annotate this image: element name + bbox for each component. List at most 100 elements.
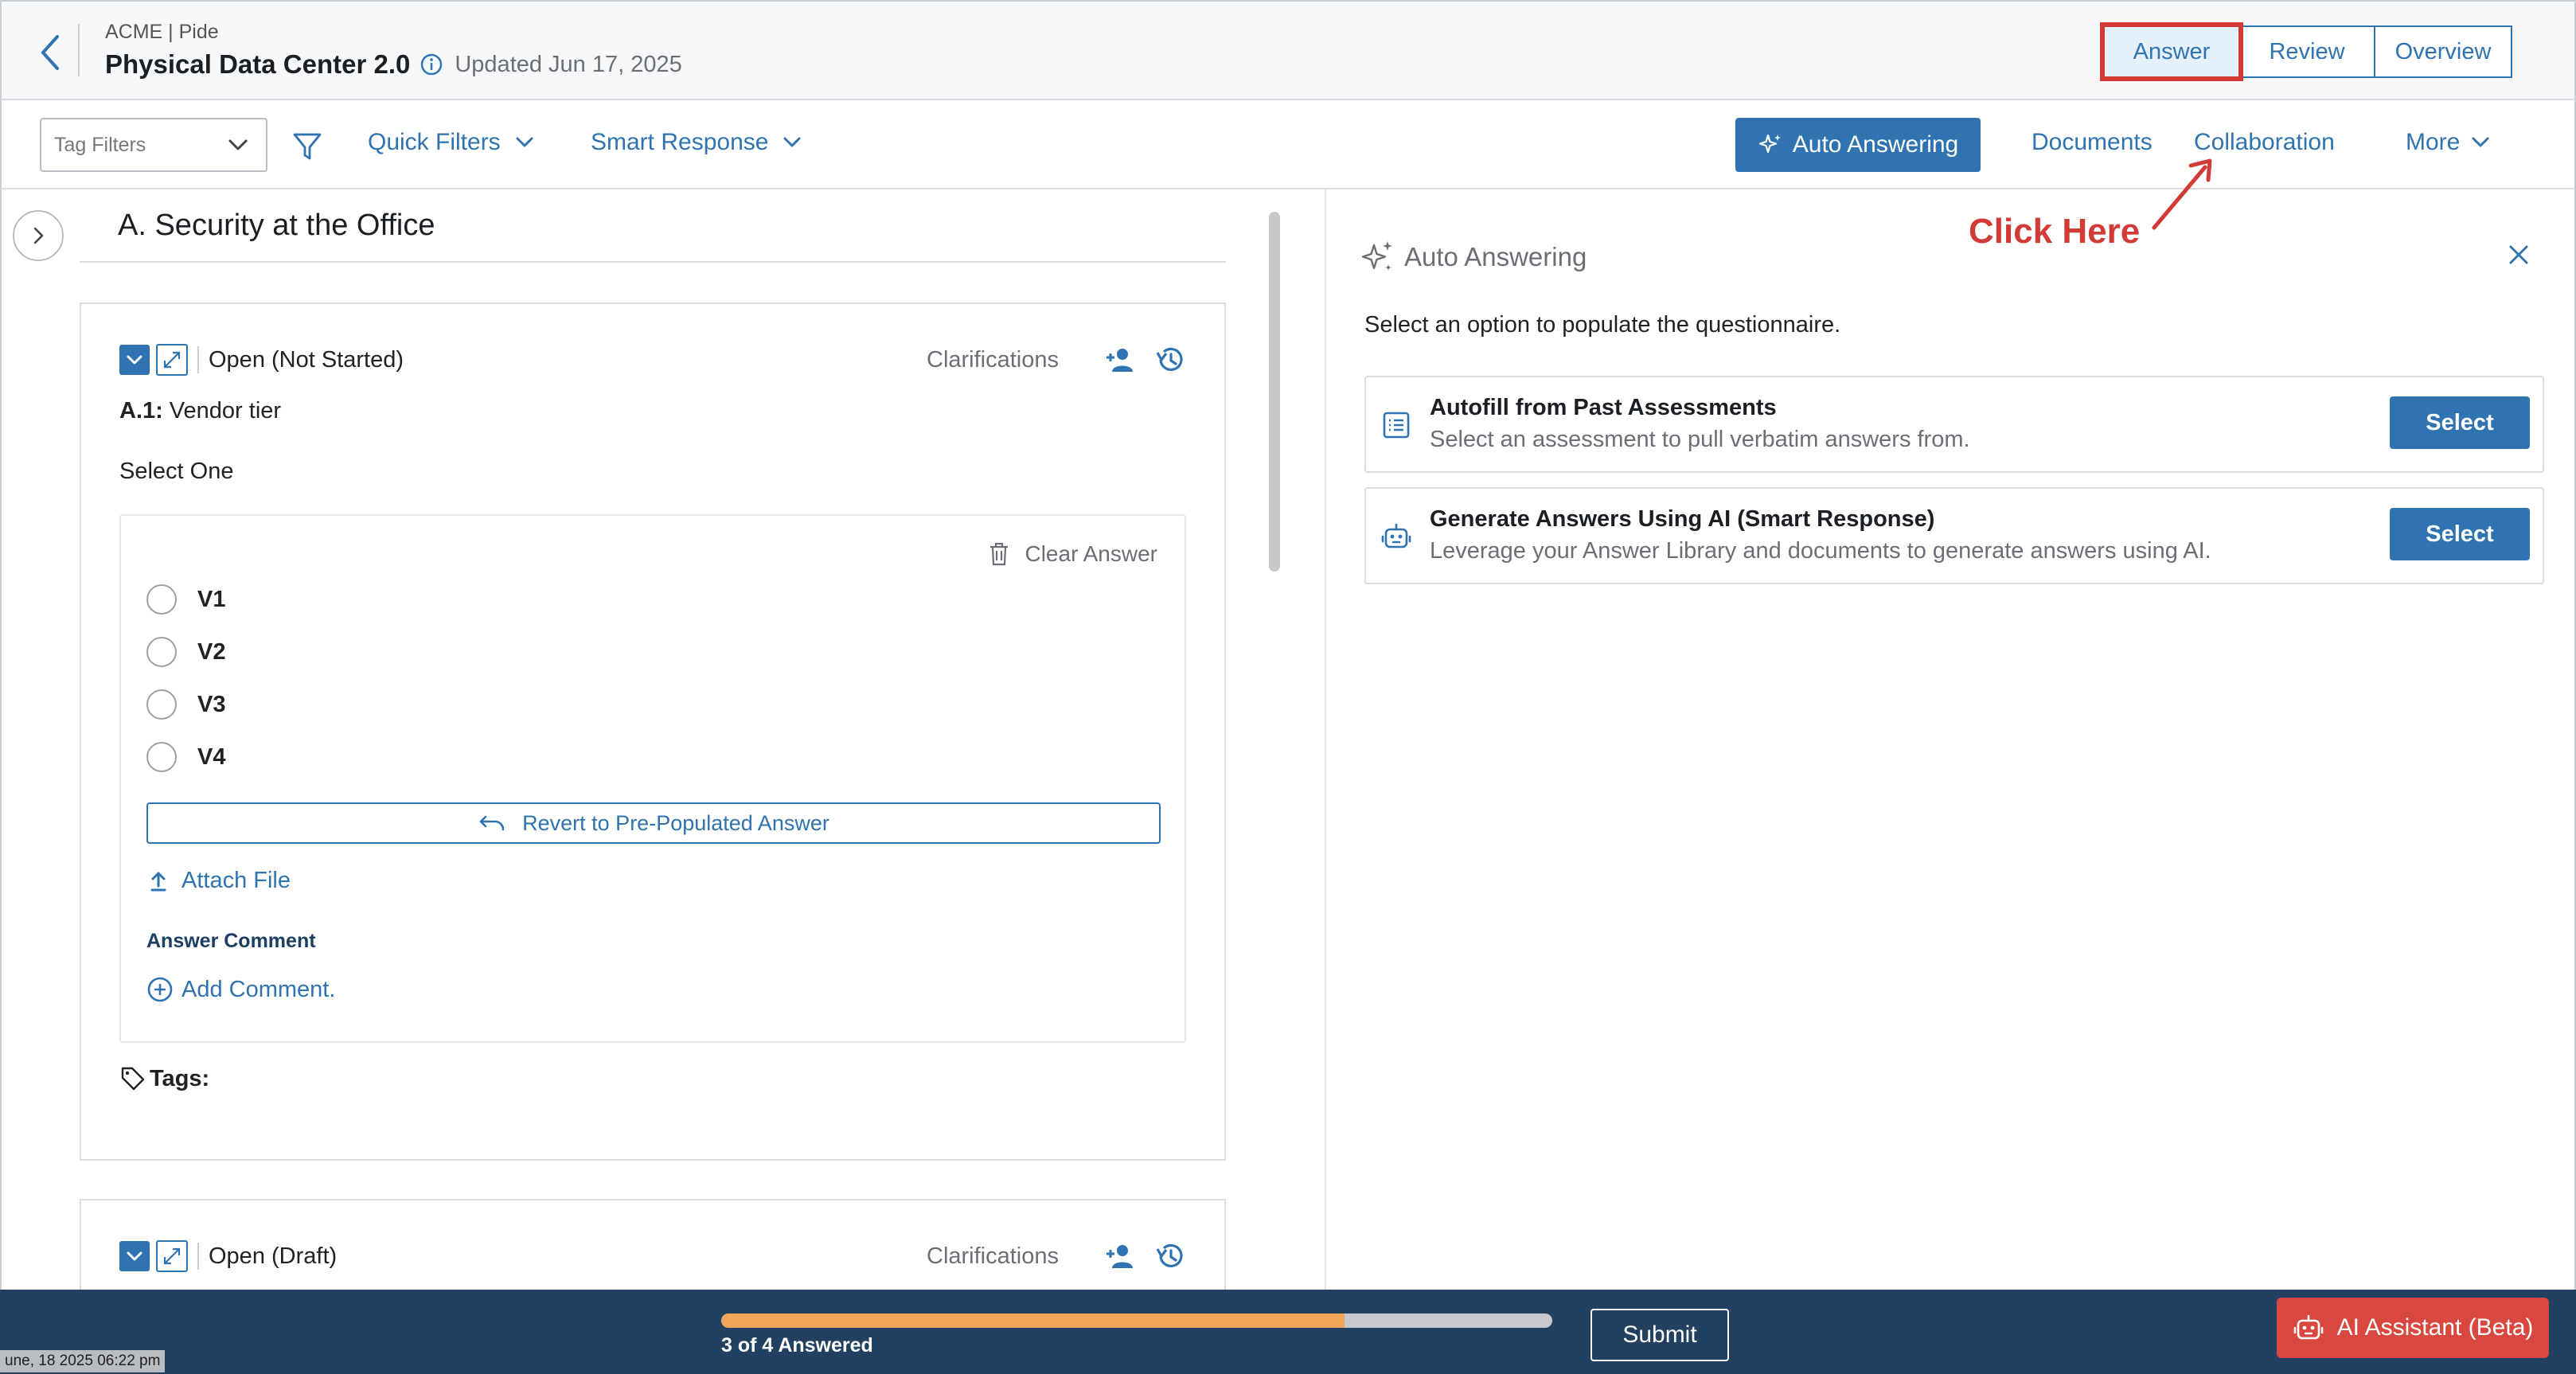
- tab-overview[interactable]: Overview: [2374, 25, 2512, 78]
- sparkle-icon: [1758, 134, 1781, 154]
- assign-user-icon[interactable]: [1103, 346, 1137, 373]
- chevron-right-icon: [33, 227, 44, 244]
- ai-assistant-button[interactable]: AI Assistant (Beta): [2277, 1298, 2549, 1358]
- select-autofill-button[interactable]: Select: [2390, 396, 2530, 449]
- select-ai-generate-button[interactable]: Select: [2390, 508, 2530, 560]
- updated-date: Updated Jun 17, 2025: [455, 51, 682, 77]
- question-number: A.1:: [119, 398, 163, 424]
- title-row: Physical Data Center 2.0 Updated Jun 17,…: [105, 49, 682, 80]
- option-label: V3: [197, 691, 226, 717]
- progress-fill: [721, 1313, 1345, 1328]
- timestamp-overlay: une, 18 2025 06:22 pm: [0, 1350, 166, 1372]
- tag-filters-placeholder: Tag Filters: [54, 133, 146, 156]
- plus-circle-icon: [147, 977, 173, 1002]
- smart-response-dropdown[interactable]: Smart Response: [591, 129, 802, 156]
- robot-icon: [2293, 1314, 2323, 1340]
- tab-answer[interactable]: Answer: [2100, 22, 2243, 81]
- divider: [197, 346, 199, 373]
- radio-button[interactable]: [146, 689, 177, 720]
- progress-bar: [721, 1313, 1552, 1328]
- clarifications-link[interactable]: Clarifications: [927, 347, 1059, 373]
- header-divider: [78, 24, 80, 76]
- panel-description: Select an option to populate the questio…: [1364, 312, 1841, 338]
- page-title: Physical Data Center 2.0: [105, 49, 411, 79]
- select-one-label: Select One: [119, 459, 234, 484]
- radio-option-v2[interactable]: V2: [146, 637, 225, 667]
- expand-icon[interactable]: [156, 344, 188, 376]
- chevron-down-icon: [2471, 136, 2490, 149]
- auto-answering-label: Auto Answering: [1792, 131, 1959, 158]
- clear-answer-button[interactable]: Clear Answer: [988, 541, 1157, 567]
- tag-icon: [121, 1067, 145, 1091]
- question-actions: Clarifications: [927, 1240, 1186, 1272]
- collapse-toggle[interactable]: [119, 1241, 150, 1271]
- back-arrow-icon[interactable]: [30, 30, 70, 75]
- annotation-click-here: Click Here: [1969, 212, 2141, 251]
- question-header: Open (Not Started): [119, 344, 404, 376]
- questionnaire-pane: A. Security at the Office Open (Not Star…: [0, 189, 1325, 1290]
- view-tabs: Answer Review Overview: [2100, 22, 2512, 81]
- add-comment-button[interactable]: Add Comment.: [146, 976, 335, 1003]
- autofill-option-card: Autofill from Past Assessments Select an…: [1364, 376, 2544, 473]
- revert-label: Revert to Pre-Populated Answer: [522, 810, 829, 835]
- annotation-arrow-icon: [2152, 158, 2212, 230]
- panel-title-label: Auto Answering: [1404, 242, 1587, 271]
- option-label: V2: [197, 638, 226, 665]
- add-comment-label: Add Comment.: [181, 976, 336, 1002]
- org-name: ACME | Pide: [105, 21, 219, 43]
- filter-funnel-icon[interactable]: [291, 131, 323, 162]
- close-icon[interactable]: [2506, 242, 2531, 267]
- auto-answering-button[interactable]: Auto Answering: [1735, 118, 1981, 172]
- revert-answer-button[interactable]: Revert to Pre-Populated Answer: [146, 802, 1161, 844]
- documents-link[interactable]: Documents: [2032, 129, 2153, 156]
- assign-user-icon[interactable]: [1103, 1243, 1137, 1270]
- collaboration-link[interactable]: Collaboration: [2194, 129, 2335, 156]
- option-title: Generate Answers Using AI (Smart Respons…: [1430, 506, 1935, 532]
- option-description: Select an assessment to pull verbatim an…: [1430, 427, 1970, 452]
- expand-icon[interactable]: [156, 1240, 188, 1272]
- clear-answer-label: Clear Answer: [1025, 541, 1157, 566]
- tab-review[interactable]: Review: [2238, 25, 2375, 78]
- option-description: Leverage your Answer Library and documen…: [1430, 538, 2211, 564]
- section-title: A. Security at the Office: [118, 209, 435, 242]
- expand-sidebar-button[interactable]: [13, 210, 64, 261]
- history-icon[interactable]: [1154, 344, 1186, 376]
- collapse-toggle[interactable]: [119, 345, 150, 375]
- radio-option-v1[interactable]: V1: [146, 584, 225, 615]
- info-icon[interactable]: [420, 53, 443, 76]
- chevron-down-icon: [127, 1251, 142, 1261]
- checklist-icon: [1380, 409, 1412, 441]
- more-label: More: [2406, 129, 2461, 155]
- option-title: Autofill from Past Assessments: [1430, 395, 1777, 420]
- quick-filters-dropdown[interactable]: Quick Filters: [368, 129, 534, 156]
- chevron-down-icon: [127, 355, 142, 365]
- attach-file-button[interactable]: Attach File: [150, 868, 291, 894]
- radio-option-v3[interactable]: V3: [146, 689, 225, 720]
- scrollbar-thumb[interactable]: [1269, 212, 1280, 572]
- chevron-down-icon: [228, 139, 248, 151]
- radio-option-v4[interactable]: V4: [146, 742, 225, 772]
- chevron-down-icon: [783, 136, 802, 149]
- more-dropdown[interactable]: More: [2406, 129, 2490, 156]
- radio-button[interactable]: [146, 637, 177, 667]
- tags-label: Tags:: [150, 1065, 210, 1091]
- quick-filters-label: Quick Filters: [368, 129, 501, 155]
- tag-filters-select[interactable]: Tag Filters: [40, 118, 267, 172]
- divider: [197, 1243, 199, 1270]
- answer-box: Clear Answer V1 V2 V3 V4 Revert to Pre-P…: [119, 514, 1186, 1043]
- radio-button[interactable]: [146, 584, 177, 615]
- ai-assistant-label: AI Assistant (Beta): [2336, 1314, 2534, 1341]
- option-label: V1: [197, 586, 226, 612]
- clarifications-link[interactable]: Clarifications: [927, 1243, 1059, 1270]
- submit-button[interactable]: Submit: [1590, 1309, 1729, 1361]
- panel-title: Auto Answering: [1360, 239, 1587, 275]
- history-icon[interactable]: [1154, 1240, 1186, 1272]
- radio-button[interactable]: [146, 742, 177, 772]
- tags-row: Tags:: [119, 1065, 209, 1092]
- progress-label: 3 of 4 Answered: [721, 1334, 873, 1356]
- upload-icon: [150, 872, 166, 891]
- attach-file-label: Attach File: [181, 868, 291, 893]
- robot-icon: [1380, 521, 1412, 552]
- question-card: Open (Draft) Clarifications: [80, 1199, 1226, 1290]
- question-card: Open (Not Started) Clarifications A.1: Ve…: [80, 303, 1226, 1161]
